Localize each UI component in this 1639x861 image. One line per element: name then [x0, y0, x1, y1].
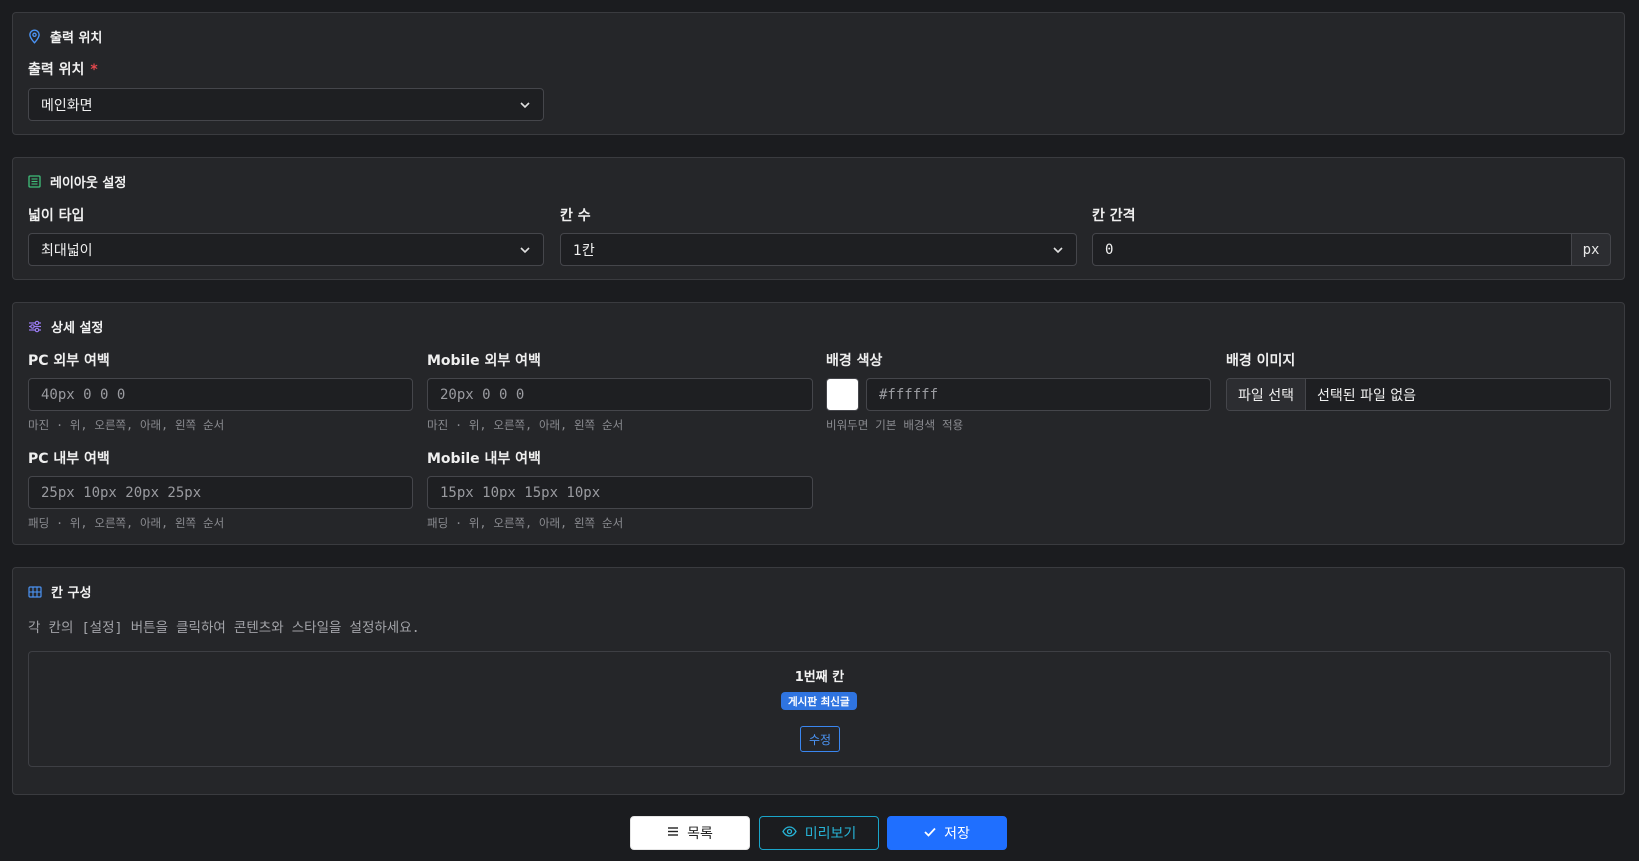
bg-image-file-input[interactable]: 파일 선택 선택된 파일 없음: [1226, 378, 1611, 411]
card-title: 상세 설정: [51, 321, 104, 336]
pc-padding-help: 패딩 · 위, 오른쪽, 아래, 왼쪽 순서: [28, 516, 225, 530]
mobile-margin-input[interactable]: 20px 0 0 0: [427, 378, 813, 411]
card-title: 레이아웃 설정: [50, 176, 127, 191]
output-location-card: 출력 위치 출력 위치 * 메인화면: [12, 12, 1625, 135]
mobile-padding-label: Mobile 내부 여백: [427, 451, 541, 467]
columns-count-label: 칸 수: [560, 208, 591, 224]
eye-icon: [781, 825, 797, 841]
card-title: 출력 위치: [50, 31, 103, 46]
pc-margin-help: 마진 · 위, 오른쪽, 아래, 왼쪽 순서: [28, 418, 225, 432]
pc-padding-label: PC 내부 여백: [28, 451, 110, 467]
sliders-icon: [28, 320, 42, 333]
list-icon: [667, 825, 679, 841]
detail-settings-header: 상세 설정: [28, 317, 103, 336]
chevron-down-icon: [519, 99, 531, 115]
check-icon: [924, 825, 936, 841]
columns-config-card: 칸 구성 각 칸의 [설정] 버튼을 클릭하여 콘텐츠와 스타일을 설정하세요.…: [12, 567, 1625, 795]
pc-margin-input[interactable]: 40px 0 0 0: [28, 378, 413, 411]
content-type-badge: 게시판 최신글: [781, 692, 857, 710]
column-title: 1번째 칸: [794, 670, 845, 685]
required-mark: *: [90, 62, 98, 78]
chevron-down-icon: [519, 244, 531, 260]
grid-icon: [28, 585, 42, 598]
pc-margin-label: PC 외부 여백: [28, 353, 110, 369]
columns-config-header: 칸 구성: [28, 582, 91, 601]
save-button[interactable]: 저장: [887, 816, 1007, 850]
layout-settings-card: 레이아웃 설정 넓이 타입 최대넓이 칸 수 1칸 칸 간격 0 px: [12, 157, 1625, 280]
list-button[interactable]: 목록: [630, 816, 750, 850]
mobile-padding-help: 패딩 · 위, 오른쪽, 아래, 왼쪽 순서: [427, 516, 624, 530]
preview-button[interactable]: 미리보기: [759, 816, 879, 850]
bg-color-input[interactable]: #ffffff: [866, 378, 1211, 411]
mobile-margin-label: Mobile 외부 여백: [427, 353, 541, 369]
pc-padding-input[interactable]: 25px 10px 20px 25px: [28, 476, 413, 509]
output-location-select[interactable]: 메인화면: [28, 88, 544, 121]
card-title: 칸 구성: [51, 586, 92, 601]
layout-settings-header: 레이아웃 설정: [28, 172, 126, 191]
mobile-padding-input[interactable]: 15px 10px 15px 10px: [427, 476, 813, 509]
chevron-down-icon: [1052, 244, 1064, 260]
bg-image-label: 배경 이미지: [1226, 353, 1296, 369]
output-location-header: 출력 위치: [28, 27, 102, 46]
column-edit-button[interactable]: 수정: [800, 726, 841, 752]
file-status-text: 선택된 파일 없음: [1316, 387, 1417, 404]
column-gap-label: 칸 간격: [1092, 208, 1136, 224]
file-select-button[interactable]: 파일 선택: [1227, 379, 1306, 410]
columns-count-select[interactable]: 1칸: [560, 233, 1077, 266]
output-location-label: 출력 위치 *: [28, 62, 98, 78]
column-gap-unit: px: [1571, 233, 1611, 266]
columns-description: 각 칸의 [설정] 버튼을 클릭하여 콘텐츠와 스타일을 설정하세요.: [28, 620, 420, 636]
width-type-label: 넓이 타입: [28, 208, 85, 224]
width-type-select[interactable]: 최대넓이: [28, 233, 544, 266]
detail-settings-card: 상세 설정 PC 외부 여백 40px 0 0 0 마진 · 위, 오른쪽, 아…: [12, 302, 1625, 545]
mobile-margin-help: 마진 · 위, 오른쪽, 아래, 왼쪽 순서: [427, 418, 624, 432]
bg-color-help: 비워두면 기본 배경색 적용: [826, 418, 964, 432]
map-pin-icon: [28, 29, 41, 44]
layout-icon: [28, 175, 41, 188]
column-gap-input[interactable]: 0: [1092, 233, 1572, 266]
bg-color-label: 배경 색상: [826, 353, 883, 369]
bg-color-swatch[interactable]: [826, 378, 859, 411]
column-card: 1번째 칸 게시판 최신글 수정: [28, 651, 1611, 767]
